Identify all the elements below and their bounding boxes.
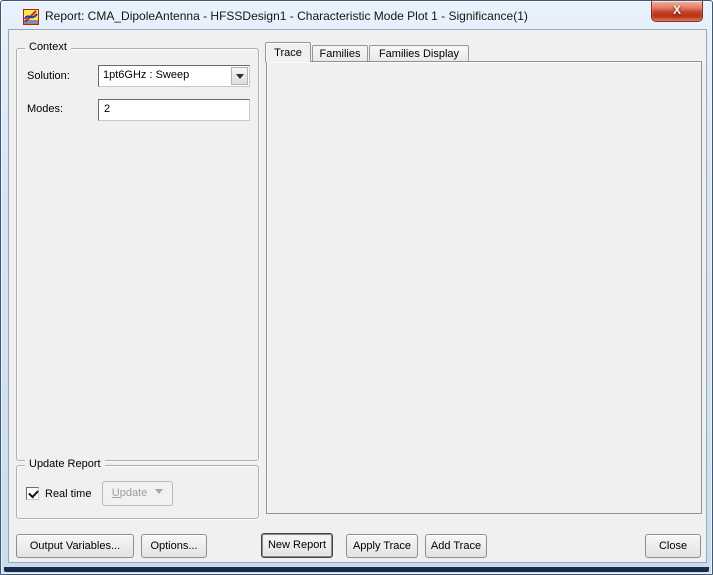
report-chart-icon xyxy=(23,9,39,25)
trace-tab-page xyxy=(266,61,702,514)
update-button-label: Update xyxy=(112,482,147,505)
close-icon: X xyxy=(673,3,681,17)
chevron-down-icon[interactable] xyxy=(231,67,248,85)
context-group-label: Context xyxy=(25,41,71,53)
add-trace-label: Add Trace xyxy=(431,540,481,552)
modes-input[interactable]: 2 xyxy=(98,99,250,121)
tab-trace[interactable]: Trace xyxy=(265,42,311,62)
close-dialog-label: Close xyxy=(659,540,687,552)
tab-families[interactable]: Families xyxy=(312,45,368,61)
close-dialog-button[interactable]: Close xyxy=(645,534,701,558)
new-report-button[interactable]: New Report xyxy=(261,533,333,558)
modes-value: 2 xyxy=(104,103,110,115)
real-time-checkbox[interactable] xyxy=(26,487,39,500)
update-button: Update xyxy=(102,481,173,506)
real-time-label: Real time xyxy=(45,488,91,500)
modes-label: Modes: xyxy=(27,103,63,115)
options-button[interactable]: Options... xyxy=(141,534,207,558)
output-variables-button[interactable]: Output Variables... xyxy=(16,534,134,558)
tab-families-display[interactable]: Families Display xyxy=(369,45,469,61)
options-label: Options... xyxy=(150,540,197,552)
chevron-down-icon xyxy=(155,489,163,498)
tab-families-display-label: Families Display xyxy=(379,48,459,60)
solution-label: Solution: xyxy=(27,70,70,82)
solution-dropdown[interactable]: 1pt6GHz : Sweep xyxy=(98,65,250,87)
output-variables-label: Output Variables... xyxy=(30,540,120,552)
close-button[interactable]: X xyxy=(651,1,703,22)
tab-trace-label: Trace xyxy=(274,47,302,59)
tab-families-label: Families xyxy=(320,48,361,60)
apply-trace-button[interactable]: Apply Trace xyxy=(346,534,418,558)
update-report-group-label: Update Report xyxy=(25,458,105,470)
new-report-label: New Report xyxy=(268,539,326,551)
report-dialog: Report: CMA_DipoleAntenna - HFSSDesign1 … xyxy=(0,0,713,575)
window-title: Report: CMA_DipoleAntenna - HFSSDesign1 … xyxy=(45,9,528,23)
add-trace-button[interactable]: Add Trace xyxy=(425,534,487,558)
apply-trace-label: Apply Trace xyxy=(353,540,411,552)
solution-value: 1pt6GHz : Sweep xyxy=(103,69,189,81)
window-bottom-edge xyxy=(4,567,709,572)
